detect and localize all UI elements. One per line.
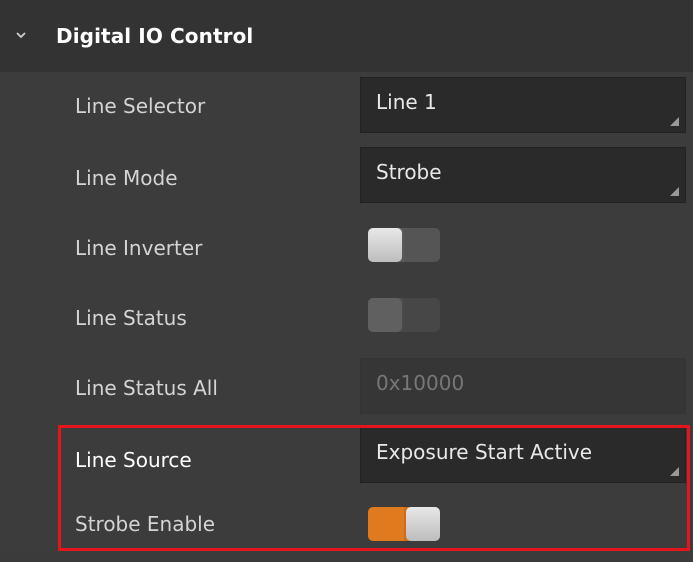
line-status-label: Line Status	[75, 306, 187, 330]
row-line-selector: Line Selector Line 1	[0, 72, 693, 142]
line-mode-value: Strobe	[376, 160, 442, 184]
line-selector-label: Line Selector	[75, 94, 206, 118]
toggle-knob	[368, 298, 402, 332]
line-inverter-label: Line Inverter	[75, 236, 203, 260]
line-status-all-label: Line Status All	[75, 376, 218, 400]
line-mode-dropdown[interactable]: Strobe	[360, 147, 686, 203]
line-mode-label: Line Mode	[75, 166, 178, 190]
chevron-down-icon[interactable]	[14, 28, 28, 42]
row-line-inverter: Line Inverter	[0, 212, 693, 282]
line-selector-dropdown[interactable]: Line 1	[360, 77, 686, 133]
row-line-mode: Line Mode Strobe	[0, 142, 693, 212]
line-selector-value: Line 1	[376, 90, 437, 114]
dropdown-grip-icon	[670, 117, 679, 126]
line-status-all-field: 0x10000	[360, 358, 686, 414]
line-inverter-toggle[interactable]	[368, 228, 440, 262]
dropdown-grip-icon	[670, 187, 679, 196]
toggle-track-right	[404, 298, 440, 332]
toggle-track-right	[404, 228, 440, 262]
section-title: Digital IO Control	[56, 24, 254, 48]
row-line-status-all: Line Status All 0x10000	[0, 352, 693, 422]
line-status-all-value: 0x10000	[376, 371, 465, 395]
row-line-status: Line Status	[0, 282, 693, 352]
toggle-knob	[368, 228, 402, 262]
highlight-box	[58, 425, 690, 551]
line-status-toggle	[368, 298, 440, 332]
properties-panel: Digital IO Control Line Selector Line 1 …	[0, 0, 693, 554]
section-header-digital-io-control[interactable]: Digital IO Control	[0, 0, 693, 72]
